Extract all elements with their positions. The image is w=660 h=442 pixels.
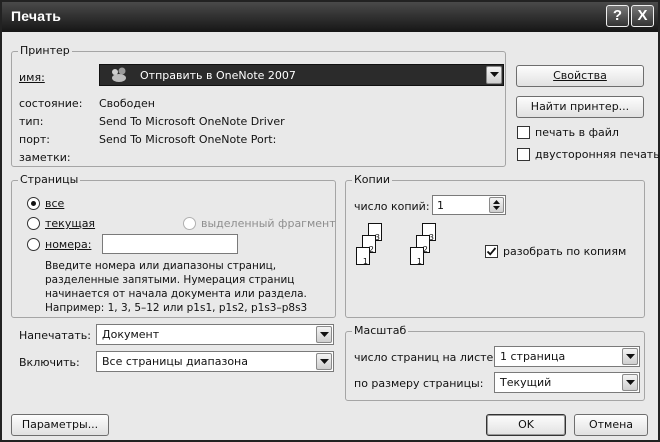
- pages-current-radio[interactable]: [27, 217, 40, 230]
- collate-checkbox[interactable]: [485, 245, 498, 258]
- collate-label: разобрать по копиям: [503, 245, 627, 258]
- scale-to-paper-value: Текущий: [500, 376, 552, 389]
- options-button[interactable]: Параметры...: [11, 414, 109, 436]
- chevron-down-icon: [626, 379, 635, 385]
- chevron-down-icon: [320, 358, 329, 364]
- scale-to-paper-label: по размеру страницы:: [354, 377, 484, 390]
- printer-name-label: имя:: [19, 71, 45, 84]
- printer-type-value: Send To Microsoft OneNote Driver: [99, 115, 285, 128]
- include-select[interactable]: Все страницы диапазона: [96, 351, 334, 372]
- close-button[interactable]: X: [631, 5, 654, 27]
- properties-button[interactable]: Свойства: [516, 65, 644, 87]
- pages-all-label: все: [45, 197, 65, 210]
- pages-per-sheet-value: 1 страница: [500, 350, 566, 363]
- pages-per-sheet-dropdown-button[interactable]: [622, 348, 638, 365]
- close-icon: X: [637, 7, 648, 24]
- chevron-down-icon: [490, 72, 499, 77]
- duplex-label: двусторонняя печать: [535, 148, 660, 161]
- printer-group-label: Принтер: [18, 44, 72, 57]
- printer-name-select[interactable]: Отправить в OneNote 2007: [99, 64, 504, 86]
- printer-name-value: Отправить в OneNote 2007: [140, 69, 296, 82]
- page-numbers-input[interactable]: [102, 234, 238, 254]
- copies-group-label: Копии: [352, 173, 393, 186]
- hint-line: Например: 1, 3, 5–12 или p1s1, p1s2, p1s…: [45, 302, 308, 314]
- print-to-file-label: печать в файл: [535, 126, 619, 139]
- title-bar: Печать ? X: [2, 2, 658, 32]
- dialog-title: Печать: [11, 8, 62, 24]
- help-icon: ?: [612, 7, 623, 24]
- find-printer-button[interactable]: Найти принтер...: [516, 96, 644, 118]
- checkmark-icon: [486, 247, 497, 256]
- pages-numbers-radio[interactable]: [27, 238, 40, 251]
- find-printer-button-label: Найти принтер...: [530, 100, 630, 113]
- ok-button-label: OK: [518, 418, 534, 431]
- print-what-value: Документ: [102, 328, 160, 341]
- include-dropdown-button[interactable]: [316, 353, 332, 370]
- print-what-select[interactable]: Документ: [96, 324, 334, 345]
- copies-count-value: 1: [437, 199, 444, 212]
- chevron-down-icon: [320, 331, 329, 337]
- scale-to-paper-dropdown-button[interactable]: [622, 374, 638, 391]
- printer-status-label: состояние:: [19, 97, 83, 110]
- printer-type-label: тип:: [19, 115, 44, 128]
- scale-to-paper-select[interactable]: Текущий: [494, 372, 640, 393]
- printer-port-value: Send To Microsoft OneNote Port:: [99, 133, 277, 146]
- options-button-label: Параметры...: [21, 418, 99, 431]
- hint-line: разделенные запятыми. Нумерация страниц: [45, 274, 295, 286]
- pages-all-radio[interactable]: [27, 197, 40, 210]
- ok-button[interactable]: OK: [486, 414, 566, 436]
- copies-count-spinner[interactable]: 1: [432, 195, 506, 215]
- hint-line: Введите номера или диапазоны страниц,: [45, 260, 277, 272]
- printer-icon: [110, 67, 128, 86]
- pages-group-label: Страницы: [18, 173, 81, 186]
- collated-copies-icon: 3 2 1: [408, 223, 448, 275]
- page-range-hint: Введите номера или диапазоны страниц, ра…: [45, 259, 307, 315]
- pages-per-sheet-label: число страниц на листе:: [354, 351, 497, 364]
- spin-arrows-icon: [493, 200, 500, 210]
- chevron-down-icon: [626, 353, 635, 359]
- printer-port-label: порт:: [19, 133, 51, 146]
- pages-per-sheet-select[interactable]: 1 страница: [494, 346, 640, 367]
- copies-count-label: число копий:: [354, 200, 430, 213]
- printer-notes-label: заметки:: [19, 151, 71, 164]
- pages-selection-label: выделенный фрагмент: [201, 217, 336, 230]
- duplex-checkbox[interactable]: [517, 148, 530, 161]
- printer-status-value: Свободен: [99, 97, 155, 110]
- pages-numbers-label: номера:: [45, 238, 92, 251]
- pages-selection-radio[interactable]: [183, 217, 196, 230]
- uncollated-copies-icon: 3 2 1: [354, 223, 394, 275]
- pages-current-label: текущая: [45, 217, 96, 230]
- cancel-button-label: Отмена: [588, 418, 634, 431]
- include-label: Включить:: [19, 356, 80, 369]
- include-value: Все страницы диапазона: [102, 355, 248, 368]
- cancel-button[interactable]: Отмена: [574, 414, 648, 436]
- printer-dropdown-button[interactable]: [486, 66, 502, 84]
- print-what-dropdown-button[interactable]: [316, 326, 332, 343]
- hint-line: начинается от начала документа или разде…: [45, 288, 307, 300]
- print-dialog: Печать ? X Принтер имя: Отправить в OneN…: [0, 0, 660, 442]
- copies-spin-buttons[interactable]: [489, 197, 504, 213]
- print-what-label: Напечатать:: [19, 329, 91, 342]
- print-to-file-checkbox[interactable]: [517, 126, 530, 139]
- help-button[interactable]: ?: [606, 5, 629, 27]
- properties-button-label: Свойства: [553, 69, 607, 82]
- zoom-group-label: Масштаб: [352, 324, 409, 337]
